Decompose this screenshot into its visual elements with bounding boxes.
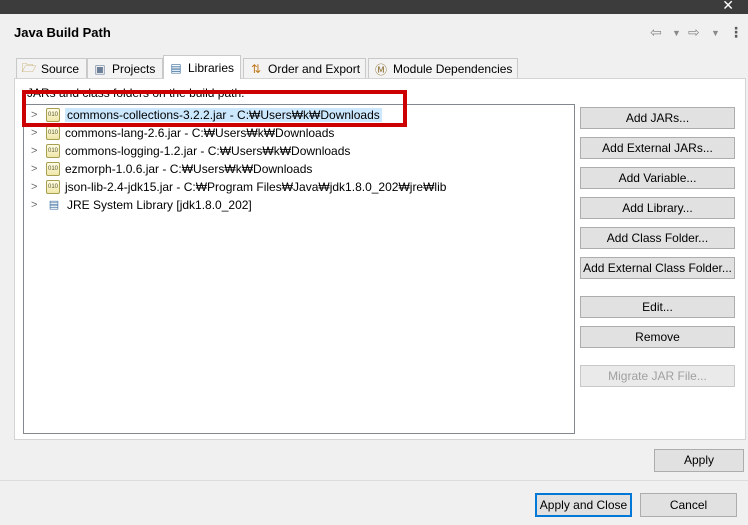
instruction-text: JARs and class folders on the build path… (27, 86, 245, 100)
tree-row-json-lib[interactable]: > 010 json-lib-2.4-jdk15.jar - C:₩Progra… (24, 178, 446, 196)
jar-icon: 010 (46, 144, 60, 158)
tab-label: Source (41, 62, 80, 76)
build-path-tree[interactable]: > 010 commons-collections-3.2.2.jar - C:… (23, 104, 575, 434)
tree-row-commons-logging[interactable]: > 010 commons-logging-1.2.jar - C:₩Users… (24, 142, 350, 160)
apply-button[interactable]: Apply (654, 449, 744, 472)
tab-module-dependencies[interactable]: Ⓜ Module Dependencies (368, 58, 518, 79)
apply-and-close-button[interactable]: Apply and Close (535, 493, 632, 517)
module-icon: Ⓜ (374, 62, 387, 77)
forward-arrow-icon[interactable]: ⇨ (688, 24, 700, 41)
projects-icon: ▣ (94, 62, 106, 76)
tab-projects[interactable]: ▣ Projects (87, 58, 163, 79)
tree-row-commons-collections[interactable]: > 010 commons-collections-3.2.2.jar - C:… (24, 106, 382, 124)
tree-row-jre-system-library[interactable]: > ▤ JRE System Library [jdk1.8.0_202] (24, 196, 252, 214)
source-folder-icon: 🗁 (21, 60, 37, 75)
add-jars-button[interactable]: Add JARs... (580, 107, 735, 129)
chevron-right-icon[interactable]: > (31, 145, 43, 157)
library-icon: ▤ (48, 199, 60, 211)
order-export-icon: ⇅ (250, 62, 262, 76)
tree-row-label: commons-logging-1.2.jar - C:₩Users₩k₩Dow… (65, 144, 351, 158)
tree-row-label: commons-collections-3.2.2.jar - C:₩Users… (65, 108, 382, 122)
back-arrow-icon[interactable]: ⇦ (650, 24, 662, 41)
jar-icon: 010 (46, 108, 60, 122)
tree-row-label: commons-lang-2.6.jar - C:₩Users₩k₩Downlo… (65, 126, 335, 140)
remove-button[interactable]: Remove (580, 326, 735, 348)
tree-row-commons-lang[interactable]: > 010 commons-lang-2.6.jar - C:₩Users₩k₩… (24, 124, 334, 142)
chevron-right-icon[interactable]: > (31, 127, 43, 139)
chevron-right-icon[interactable]: > (31, 199, 43, 211)
forward-history-dropdown-icon[interactable]: ▼ (711, 28, 720, 38)
jar-icon: 010 (46, 180, 60, 194)
add-library-button[interactable]: Add Library... (580, 197, 735, 219)
chevron-right-icon[interactable]: > (31, 109, 43, 121)
add-class-folder-button[interactable]: Add Class Folder... (580, 227, 735, 249)
page-title: Java Build Path (14, 25, 111, 40)
tab-order-and-export[interactable]: ⇅ Order and Export (243, 58, 366, 79)
migrate-jar-button[interactable]: Migrate JAR File... (580, 365, 735, 387)
libraries-icon: ▤ (170, 60, 182, 75)
cancel-button[interactable]: Cancel (640, 493, 737, 517)
tab-source[interactable]: 🗁 Source (16, 58, 87, 79)
tab-label: Module Dependencies (393, 62, 513, 76)
jar-icon: 010 (46, 162, 60, 176)
tree-row-label: ezmorph-1.0.6.jar - C:₩Users₩k₩Downloads (65, 162, 313, 176)
close-icon[interactable]: ✕ (722, 0, 734, 12)
footer-divider (0, 480, 748, 481)
back-history-dropdown-icon[interactable]: ▼ (672, 28, 681, 38)
tab-label: Order and Export (268, 62, 361, 76)
tree-row-ezmorph[interactable]: > 010 ezmorph-1.0.6.jar - C:₩Users₩k₩Dow… (24, 160, 312, 178)
chevron-right-icon[interactable]: > (31, 181, 43, 193)
add-external-class-folder-button[interactable]: Add External Class Folder... (580, 257, 735, 279)
chevron-right-icon[interactable]: > (31, 163, 43, 175)
add-variable-button[interactable]: Add Variable... (580, 167, 735, 189)
edit-button[interactable]: Edit... (580, 296, 735, 318)
add-external-jars-button[interactable]: Add External JARs... (580, 137, 735, 159)
tab-libraries[interactable]: ▤ Libraries (163, 55, 241, 79)
tree-row-label: JRE System Library [jdk1.8.0_202] (67, 198, 252, 212)
jar-icon: 010 (46, 126, 60, 140)
tab-label: Libraries (188, 60, 235, 75)
tab-label: Projects (112, 62, 156, 76)
window-top-bar: ✕ (0, 0, 748, 14)
more-options-icon[interactable]: ⋮ (729, 24, 743, 41)
tree-row-label: json-lib-2.4-jdk15.jar - C:₩Program File… (65, 180, 447, 194)
